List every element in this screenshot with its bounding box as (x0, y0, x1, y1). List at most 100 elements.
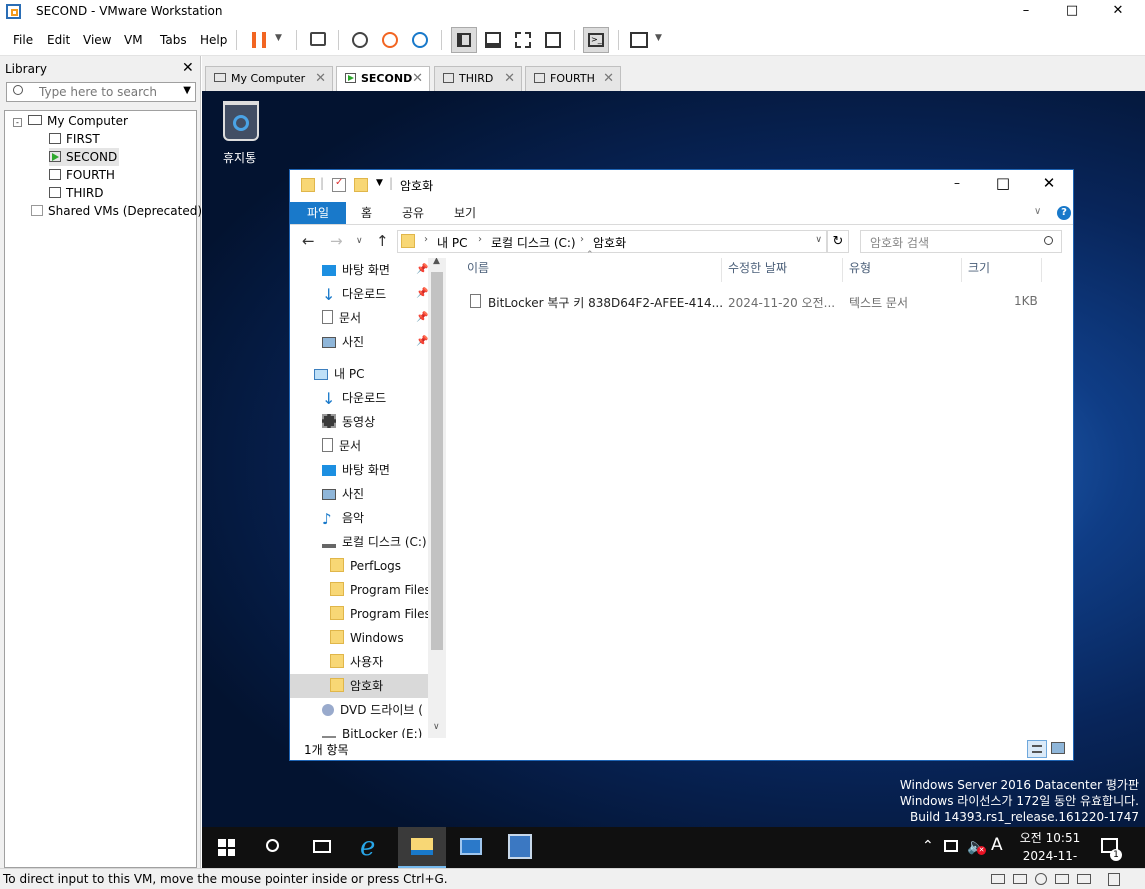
nav-pc-videos[interactable]: 동영상 (322, 410, 375, 434)
menu-edit[interactable]: Edit (47, 33, 70, 47)
breadcrumb-encryption[interactable]: 암호화 (593, 234, 626, 251)
nav-pc-pictures[interactable]: 사진 (322, 482, 364, 506)
tree-vm-third[interactable]: THIRD (49, 184, 103, 202)
tree-shared-vms[interactable]: Shared VMs (Deprecated) (31, 202, 202, 220)
column-size[interactable]: 크기 (968, 259, 990, 276)
pin-icon[interactable]: 📌 (416, 336, 428, 347)
address-dropdown-icon[interactable]: ∨ (815, 235, 822, 245)
breadcrumb-local-disk[interactable]: 로컬 디스크 (C:) (491, 234, 576, 251)
breadcrumb-my-pc[interactable]: 내 PC (437, 234, 467, 251)
menu-vm[interactable]: VM (124, 33, 143, 47)
expand-ribbon-icon[interactable]: ∨ (1034, 206, 1041, 217)
snapshot-manager-icon[interactable] (412, 32, 428, 48)
pin-icon[interactable]: 📌 (416, 312, 428, 323)
hard-disk-2-icon[interactable] (1013, 874, 1027, 884)
nav-folder-perflogs[interactable]: PerfLogs (330, 554, 401, 578)
help-icon[interactable]: ? (1057, 206, 1071, 220)
message-log-icon[interactable] (1108, 873, 1120, 886)
internet-explorer-icon[interactable]: e (360, 834, 375, 860)
nav-folder-encryption[interactable]: 암호화 (330, 674, 383, 698)
nav-pc-music[interactable]: ♪ 음악 (322, 506, 364, 530)
nav-my-pc[interactable]: 내 PC (314, 362, 364, 386)
nav-quick-pictures[interactable]: 사진 (322, 330, 364, 354)
pin-icon[interactable]: 📌 (416, 288, 428, 299)
collapse-icon[interactable]: - (13, 118, 22, 127)
refresh-button[interactable]: ↻ (827, 230, 849, 253)
nav-pc-documents[interactable]: 문서 (322, 434, 361, 458)
menu-view[interactable]: View (83, 33, 111, 47)
nav-quick-documents[interactable]: 문서 (322, 306, 361, 330)
menu-file[interactable]: File (13, 33, 33, 47)
nav-scrollbar[interactable]: ▲ ∨ (428, 258, 446, 738)
maximize-button[interactable]: □ (980, 170, 1026, 198)
full-screen-icon[interactable] (515, 32, 531, 48)
quick-access-dropdown-icon[interactable]: ▼ (376, 178, 383, 188)
pause-dropdown-icon[interactable]: ▼ (275, 33, 282, 43)
column-name[interactable]: 이름 (467, 259, 489, 276)
tab-fourth[interactable]: FOURTH ✕ (525, 66, 621, 91)
show-hidden-icons[interactable]: ⌃ (922, 838, 934, 854)
minimize-button[interactable]: – (1003, 0, 1049, 24)
file-explorer-window[interactable]: | ✓ ▼ | 암호화 – □ ✕ 파일 홈 공유 보기 ∨ ? ← → ∨ ↑… (289, 169, 1074, 761)
nav-pc-desktop[interactable]: 바탕 화면 (322, 458, 390, 482)
minimize-button[interactable]: – (934, 170, 980, 198)
close-button[interactable]: ✕ (1095, 0, 1141, 24)
tree-vm-second[interactable]: SECOND (49, 148, 120, 166)
tree-node-my-computer[interactable]: - My Computer (13, 112, 128, 130)
tab-close-icon[interactable]: ✕ (603, 67, 614, 90)
tab-my-computer[interactable]: My Computer ✕ (205, 66, 333, 91)
nav-quick-downloads[interactable]: ↓ 다운로드 (322, 282, 386, 306)
cd-dvd-icon[interactable] (1035, 873, 1047, 885)
address-bar[interactable]: › 내 PC › 로컬 디스크 (C:) › 암호화 ∨ (397, 230, 827, 253)
stretch-guest-icon[interactable] (630, 32, 648, 48)
column-type[interactable]: 유형 (849, 259, 871, 276)
nav-folder-program-files-x86[interactable]: Program Files (330, 602, 431, 626)
library-close-icon[interactable]: ✕ (182, 60, 194, 76)
recycle-bin-icon[interactable] (223, 101, 259, 141)
revert-snapshot-icon[interactable] (382, 32, 398, 48)
show-library-button[interactable] (451, 27, 477, 53)
recent-locations-icon[interactable]: ∨ (356, 236, 363, 246)
snapshot-icon[interactable] (352, 32, 368, 48)
large-icons-view-button[interactable] (1051, 742, 1065, 754)
column-modified[interactable]: 수정한 날짜 (728, 259, 787, 276)
network-icon[interactable] (944, 840, 958, 852)
breadcrumb-chevron-icon[interactable]: › (424, 234, 428, 245)
send-ctrl-alt-del-icon[interactable] (310, 32, 326, 46)
stretch-dropdown-icon[interactable]: ▼ (655, 33, 662, 43)
details-view-button[interactable] (1027, 740, 1047, 758)
pause-button[interactable] (252, 32, 266, 48)
scrollbar-thumb[interactable] (431, 272, 443, 650)
close-button[interactable]: ✕ (1026, 170, 1072, 198)
tab-close-icon[interactable]: ✕ (315, 67, 326, 90)
hard-disk-icon[interactable] (991, 874, 1005, 884)
up-button[interactable]: ↑ (376, 232, 389, 250)
nav-pc-local-disk[interactable]: 로컬 디스크 (C:) (322, 530, 427, 554)
tree-vm-fourth[interactable]: FOURTH (49, 166, 115, 184)
search-icon[interactable] (266, 839, 279, 852)
nav-folder-users[interactable]: 사용자 (330, 650, 383, 674)
ribbon-tab-view[interactable]: 보기 (454, 202, 476, 224)
nav-quick-desktop[interactable]: 바탕 화면 (322, 258, 390, 282)
server-manager-icon[interactable] (460, 838, 482, 855)
nav-dvd-drive[interactable]: DVD 드라이브 ( (322, 698, 423, 722)
forward-button[interactable]: → (330, 232, 343, 250)
file-row[interactable]: BitLocker 복구 키 838D64F2-AFEE-414... 2024… (462, 290, 1062, 312)
pin-icon[interactable]: 📌 (416, 264, 428, 275)
tab-close-icon[interactable]: ✕ (504, 67, 515, 90)
properties-icon[interactable]: ✓ (332, 177, 346, 192)
ribbon-tab-home[interactable]: 홈 (361, 202, 372, 224)
menu-tabs[interactable]: Tabs (160, 33, 187, 47)
nav-pc-downloads[interactable]: ↓ 다운로드 (322, 386, 386, 410)
console-view-button[interactable]: >_ (583, 27, 609, 53)
search-dropdown-icon[interactable]: ▼ (183, 85, 191, 96)
tab-close-icon[interactable]: ✕ (412, 67, 423, 90)
powershell-server-icon[interactable] (508, 834, 532, 859)
breadcrumb-chevron-icon[interactable]: › (580, 234, 584, 245)
explorer-search-input[interactable]: 암호화 검색 (860, 230, 1062, 253)
windows-start-icon[interactable] (218, 839, 235, 856)
maximize-button[interactable]: □ (1049, 0, 1095, 24)
nav-folder-program-files[interactable]: Program Files (330, 578, 431, 602)
library-search-input[interactable]: Type here to search ▼ (6, 82, 196, 102)
unity-icon[interactable] (545, 32, 561, 48)
